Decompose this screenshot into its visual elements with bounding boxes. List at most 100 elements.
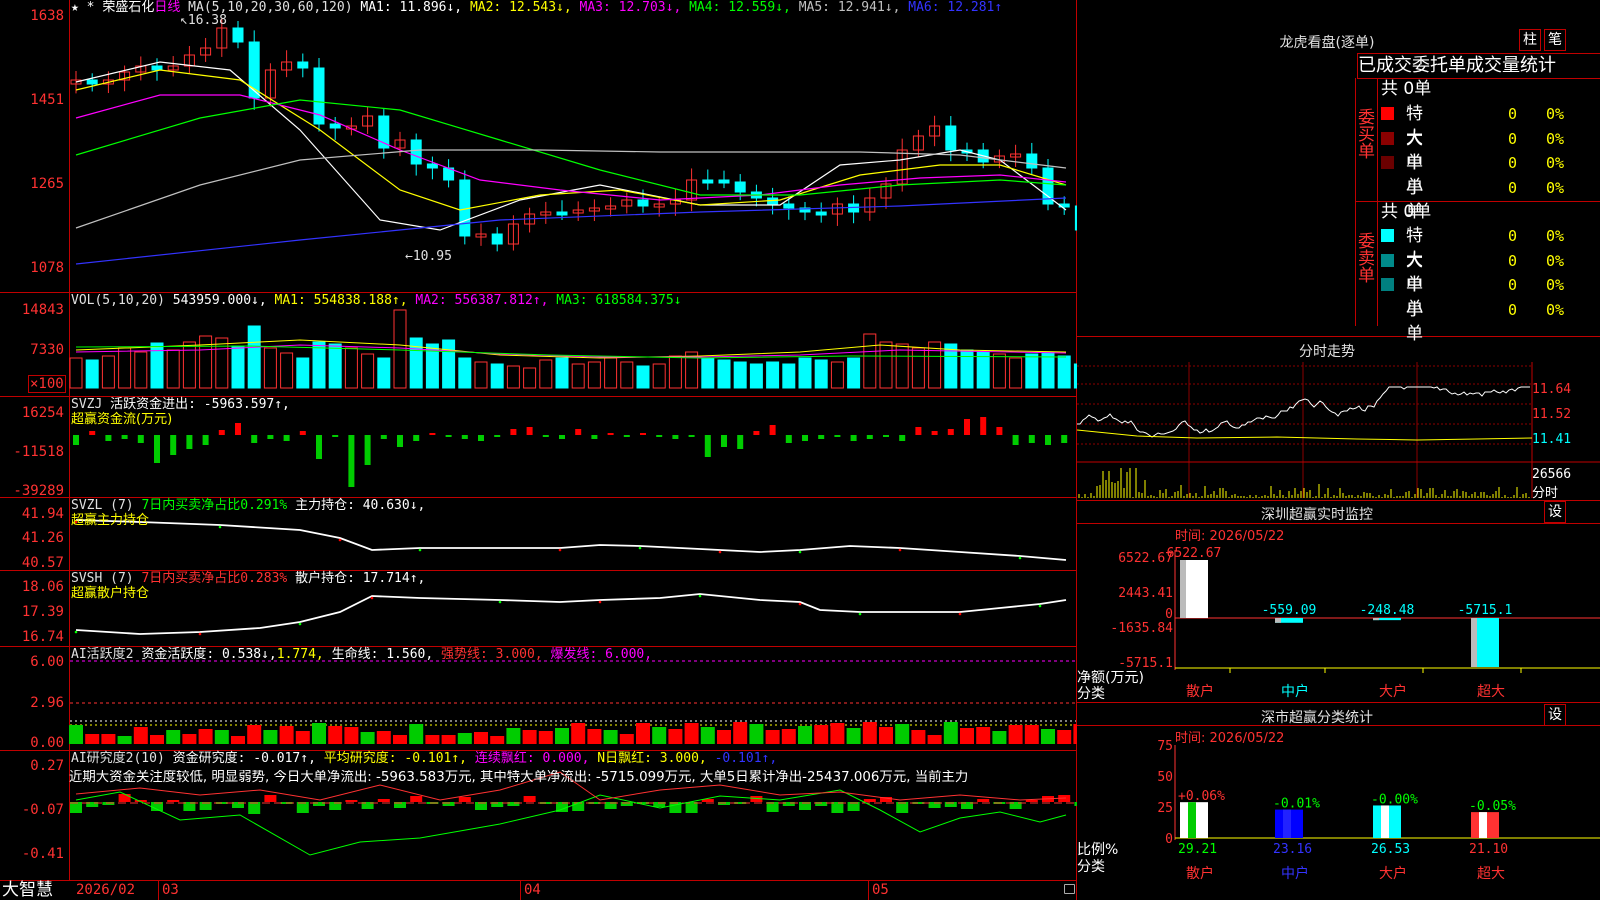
svzj-bar	[672, 435, 679, 439]
volume-bar	[134, 351, 148, 389]
low-price-marker: ←10.95	[405, 249, 452, 264]
monitor-chart[interactable]: 6522.67 2443.41 0-1635.84 -5715.1 6522.67 散户 -…	[1077, 540, 1600, 702]
ai1-bar	[441, 735, 456, 744]
sell-row-label: 小单	[1406, 299, 1423, 344]
vol-ma3: MA3: 618584.375↓	[556, 293, 682, 308]
classify-delta-label: -0.00%	[1371, 792, 1418, 807]
classify-axis-label: 75	[1157, 740, 1173, 754]
buy-side-label: 委买单	[1354, 108, 1374, 159]
monitor-title: 深圳超赢实时监控	[1261, 507, 1373, 523]
svzj-bar	[931, 431, 938, 435]
ma2-value: MA2: 12.543↓,	[469, 0, 572, 15]
svzj-bar	[737, 435, 744, 449]
stock-name[interactable]: 荣盛石化	[102, 0, 154, 15]
svzj-bar	[947, 429, 954, 435]
svzj-bar	[267, 435, 274, 439]
intraday-volume-label: 26566	[1532, 467, 1572, 482]
svzj-bar	[429, 433, 436, 435]
ai1-bar	[960, 728, 974, 744]
svzj-bar	[575, 429, 582, 435]
svzj-bar	[73, 435, 79, 445]
volume-bar	[280, 352, 294, 389]
volume-bar	[215, 337, 229, 389]
ai1-bar	[198, 729, 213, 744]
monitor-category-label: 大户	[1379, 683, 1407, 700]
date-axis-label: 05	[872, 882, 889, 898]
sell-swatch-2	[1381, 278, 1394, 291]
svzl-dot	[418, 548, 422, 552]
intraday-title: 分时走势	[1299, 344, 1355, 360]
classify-axis-label: 0	[1165, 832, 1173, 847]
volume-bar	[442, 339, 456, 389]
monitor-settings-button[interactable]: 设	[1544, 501, 1566, 523]
volume-bar	[296, 357, 310, 389]
ai1-bar	[344, 727, 359, 744]
candlestick	[815, 211, 827, 216]
intraday-axis-label: 11.64	[1532, 382, 1572, 397]
svzj-bar	[866, 435, 873, 439]
svzj-bar	[542, 435, 549, 437]
svsh-holding: 散户持仓: 17.714↑,	[295, 571, 426, 586]
svzj-bar	[640, 433, 646, 435]
ai1-bar	[879, 727, 893, 744]
volume-bar	[393, 309, 407, 389]
ai2-bar	[296, 802, 309, 813]
ai1-bar	[150, 735, 164, 744]
classify-axis-label: 25	[1157, 801, 1173, 816]
classify-bar-shade	[1381, 805, 1389, 838]
intraday-average-line	[1077, 429, 1533, 441]
ai1-bar	[133, 727, 148, 744]
classify-xlabel: 分类	[1077, 859, 1105, 875]
monitor-category-label: 散户	[1186, 683, 1214, 700]
ai1-bar	[376, 731, 391, 744]
star-icon[interactable]: ★	[71, 0, 79, 15]
classify-chart[interactable]: 75 50 25 0 +0.06% 29.21 散户 -0.01% 23.16 中户 -0.00% 2…	[1077, 740, 1600, 900]
ai1-bar	[555, 728, 569, 744]
monitor-xlabel: 分类	[1077, 686, 1105, 702]
intraday-chart[interactable]	[1077, 362, 1600, 500]
volume-bar	[636, 365, 650, 389]
buy-row-percent: 0%	[1546, 129, 1565, 148]
chart-period[interactable]: 日线	[154, 0, 180, 15]
ai1-bar	[668, 729, 683, 744]
buy-row-count: 0	[1508, 105, 1518, 123]
classify-category-label: 中户	[1281, 865, 1309, 882]
ai2-bar	[167, 800, 180, 802]
ai1-bar	[992, 731, 1007, 744]
svzj-bar	[316, 435, 322, 459]
classify-settings-button[interactable]: 设	[1544, 704, 1566, 726]
sell-row-label: 大单	[1406, 250, 1423, 295]
chart-area[interactable]: 1638 1451 1265 1078 14843 7330 ×100 1625…	[0, 0, 1077, 900]
candlestick	[556, 211, 568, 216]
svzj-bar	[899, 435, 906, 441]
sell-row-label: 特大	[1406, 226, 1423, 270]
sell-row-percent: 0%	[1546, 227, 1565, 245]
ai1-strongline: 强势线: 3.000,	[441, 647, 543, 662]
ai1-bar	[490, 736, 505, 744]
ma5-value: MA5: 12.941↓,	[798, 0, 901, 15]
order-stats-tabs[interactable]: 已成交委托单成交量统计	[1357, 53, 1600, 79]
svzj-bar	[461, 435, 468, 439]
volume-bar	[101, 355, 115, 389]
svzj-bar	[121, 435, 128, 439]
volume-bar	[847, 357, 861, 389]
svsh-ratio: 7日内买卖净占比0.283%	[141, 571, 288, 586]
bar-view-button[interactable]: 柱	[1519, 29, 1541, 51]
classify-bar-shade	[1283, 809, 1291, 838]
svzj-bar	[834, 435, 841, 437]
tick-view-button[interactable]: 笔	[1544, 29, 1566, 51]
ai2-bar	[118, 794, 131, 802]
lock-icon[interactable]	[1064, 884, 1075, 894]
classify-category-label: 散户	[1186, 865, 1214, 882]
classify-delta-label: -0.05%	[1469, 799, 1516, 814]
svzj-bar	[996, 427, 1003, 435]
sell-row-percent: 0%	[1546, 251, 1565, 270]
monitor-bar-shade	[1275, 618, 1281, 623]
classify-delta-label: -0.01%	[1273, 797, 1320, 812]
ai1-label: AI活跃度2	[71, 647, 134, 662]
svzj-bar	[688, 435, 695, 437]
ai1-bar	[814, 725, 829, 744]
ai1-bar	[911, 730, 926, 744]
svzj-bar	[364, 435, 371, 465]
ai1-bar	[279, 726, 294, 744]
